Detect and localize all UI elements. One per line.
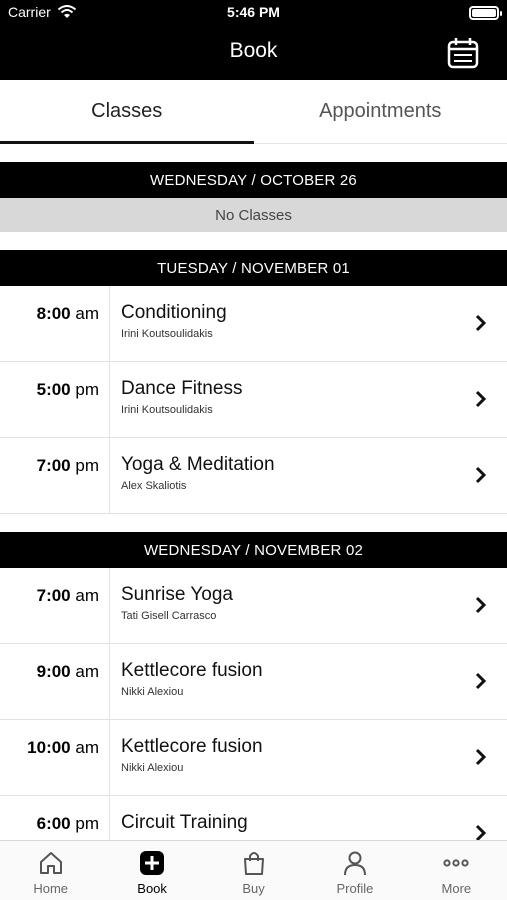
tab-appointments[interactable]: Appointments	[254, 80, 507, 143]
class-instructor: Nikki Alexiou	[121, 762, 184, 774]
class-name: Conditioning	[121, 302, 227, 323]
tabbar-item-profile[interactable]: Profile	[304, 841, 405, 900]
chevron-right-icon	[475, 390, 487, 408]
chevron-right-icon	[475, 748, 487, 766]
class-name: Sunrise Yoga	[121, 584, 233, 605]
class-row[interactable]: 6:00 pm Circuit Training	[0, 796, 507, 840]
plus-square-icon	[140, 851, 165, 875]
class-instructor: Nikki Alexiou	[121, 686, 184, 698]
class-time-value: 6:00	[36, 814, 71, 833]
tabbar-label: Book	[137, 881, 167, 896]
tabbar-label: Buy	[242, 881, 265, 896]
class-time: 9:00 am	[0, 644, 110, 719]
chevron-right-icon	[475, 466, 487, 484]
day-header: WEDNESDAY / NOVEMBER 02	[0, 532, 507, 568]
tabbar-label: Profile	[336, 881, 374, 896]
class-time: 6:00 pm	[0, 796, 110, 840]
class-time: 7:00 pm	[0, 438, 110, 513]
class-name: Dance Fitness	[121, 378, 243, 399]
nav-bar: Book	[0, 26, 507, 80]
tabbar-item-home[interactable]: Home	[0, 841, 101, 900]
class-time-value: 8:00	[36, 304, 71, 323]
class-time-ampm: pm	[75, 814, 99, 833]
class-row[interactable]: 7:00 pm Yoga & Meditation Alex Skaliotis	[0, 438, 507, 514]
tabbar-label: More	[441, 881, 472, 896]
class-time-ampm: am	[75, 586, 99, 605]
class-row[interactable]: 7:00 am Sunrise Yoga Tati Gisell Carrasc…	[0, 568, 507, 644]
chevron-right-icon	[475, 824, 487, 840]
class-time-ampm: pm	[75, 456, 99, 475]
class-time: 5:00 pm	[0, 362, 110, 437]
class-name: Yoga & Meditation	[121, 454, 275, 475]
tabbar-item-book[interactable]: Book	[101, 841, 202, 900]
class-time: 7:00 am	[0, 568, 110, 643]
tab-classes[interactable]: Classes	[0, 80, 254, 144]
day-header: TUESDAY / NOVEMBER 01	[0, 250, 507, 286]
person-icon	[343, 851, 366, 876]
class-time-value: 10:00	[27, 738, 71, 757]
class-row[interactable]: 10:00 am Kettlecore fusion Nikki Alexiou	[0, 720, 507, 796]
class-name: Kettlecore fusion	[121, 736, 263, 757]
chevron-right-icon	[475, 314, 487, 332]
status-bar: Carrier 5:46 PM	[0, 0, 507, 26]
battery-icon	[469, 6, 502, 20]
class-time: 10:00 am	[0, 720, 110, 795]
tabbar-label: Home	[33, 881, 69, 896]
class-time-ampm: am	[75, 738, 99, 757]
class-time-ampm: am	[75, 304, 99, 323]
more-icon	[443, 859, 469, 867]
class-time-value: 5:00	[36, 380, 71, 399]
home-icon	[39, 852, 62, 874]
status-time: 5:46 PM	[227, 4, 280, 20]
class-instructor: Tati Gisell Carrasco	[121, 610, 217, 622]
tabbar-item-more[interactable]: More	[406, 841, 507, 900]
class-name: Kettlecore fusion	[121, 660, 263, 681]
class-time-value: 7:00	[36, 456, 71, 475]
chevron-right-icon	[475, 596, 487, 614]
class-time: 8:00 am	[0, 286, 110, 361]
page-title: Book	[229, 39, 278, 62]
class-row[interactable]: 9:00 am Kettlecore fusion Nikki Alexiou	[0, 644, 507, 720]
bottom-tab-bar: Home Book Buy Profile More	[0, 840, 507, 900]
class-row[interactable]: 8:00 am Conditioning Irini Koutsoulidaki…	[0, 286, 507, 362]
class-schedule-list[interactable]: WEDNESDAY / OCTOBER 26 No Classes TUESDA…	[0, 144, 507, 840]
chevron-right-icon	[475, 672, 487, 690]
segment-tabs: Classes Appointments	[0, 80, 507, 144]
day-header: WEDNESDAY / OCTOBER 26	[0, 162, 507, 198]
class-instructor: Irini Koutsoulidakis	[121, 328, 213, 340]
class-name: Circuit Training	[121, 812, 248, 833]
class-time-ampm: pm	[75, 380, 99, 399]
class-row[interactable]: 5:00 pm Dance Fitness Irini Koutsoulidak…	[0, 362, 507, 438]
no-classes-message: No Classes	[0, 198, 507, 232]
shopping-bag-icon	[243, 852, 264, 875]
class-time-value: 9:00	[36, 662, 71, 681]
calendar-icon[interactable]	[447, 37, 479, 69]
tabbar-item-buy[interactable]: Buy	[203, 841, 304, 900]
class-time-ampm: am	[75, 662, 99, 681]
class-instructor: Irini Koutsoulidakis	[121, 404, 213, 416]
class-time-value: 7:00	[36, 586, 71, 605]
class-instructor: Alex Skaliotis	[121, 480, 187, 492]
